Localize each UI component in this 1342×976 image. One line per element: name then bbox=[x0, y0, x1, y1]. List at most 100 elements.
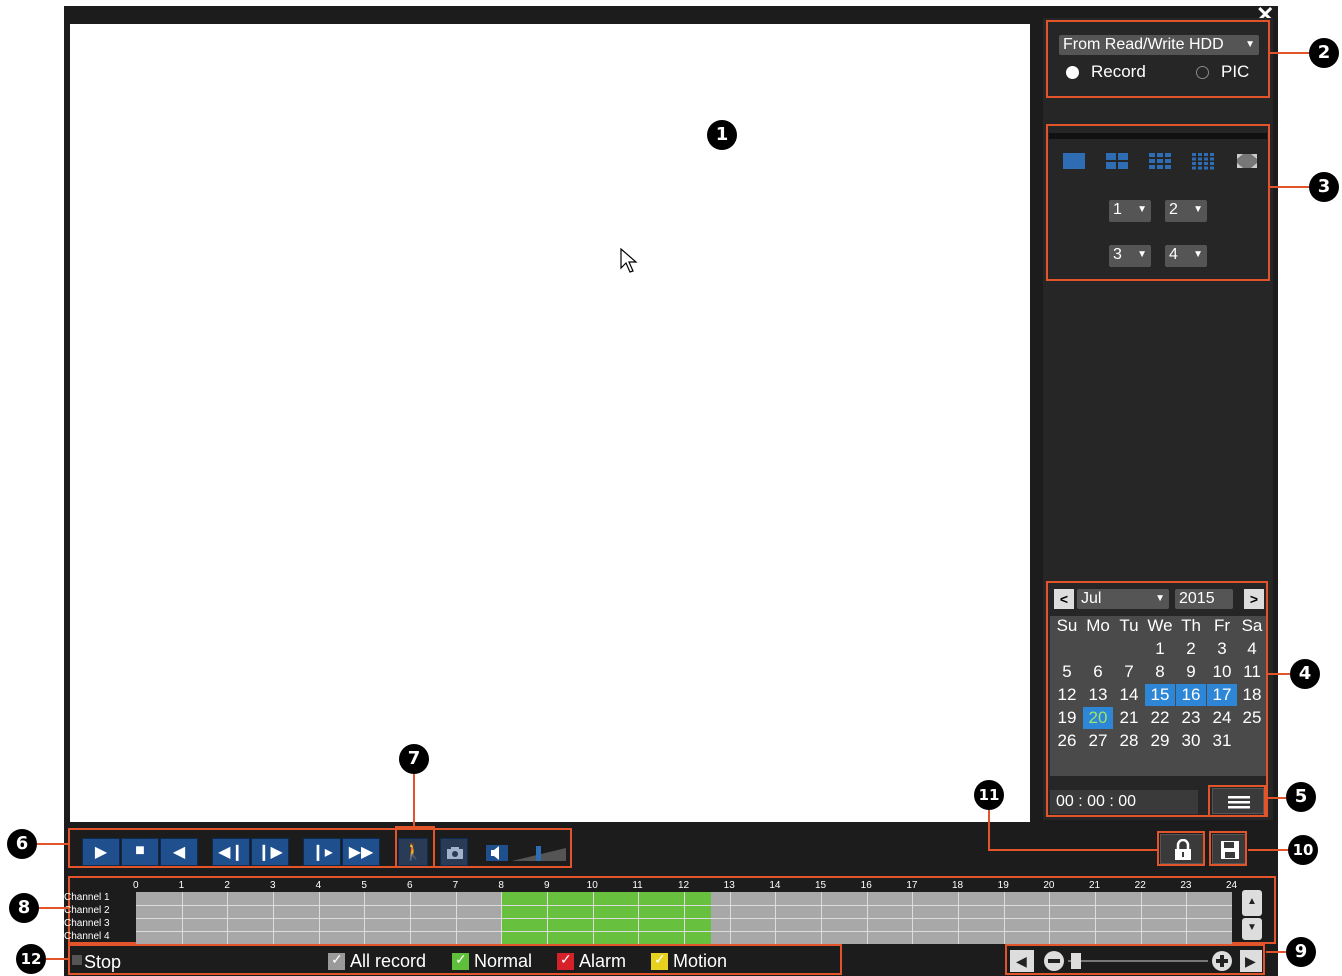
record-radio[interactable] bbox=[1066, 66, 1079, 79]
callout-number: 1 bbox=[707, 120, 737, 150]
calendar-day[interactable]: 25 bbox=[1237, 707, 1267, 729]
callout-number: 10 bbox=[1288, 835, 1318, 865]
stop-button[interactable]: ■ bbox=[121, 838, 159, 866]
timeline-hour-divider bbox=[547, 892, 548, 944]
reverse-play-button[interactable]: ◀ bbox=[160, 838, 198, 866]
channel-select-1[interactable]: 1 ▼ bbox=[1109, 200, 1151, 222]
hour-tick-label: 20 bbox=[1043, 880, 1055, 891]
plus-icon-vertical bbox=[1220, 955, 1224, 967]
fast-forward-button[interactable]: ▶▶ bbox=[342, 838, 380, 866]
sixteen-view-icon[interactable] bbox=[1191, 152, 1215, 170]
callout-box-smart-search bbox=[395, 826, 435, 868]
hour-tick-label: 6 bbox=[407, 880, 413, 891]
prev-month-button[interactable]: < bbox=[1054, 589, 1074, 609]
previous-frame-icon: ◀❙ bbox=[218, 844, 244, 861]
video-display-area[interactable] bbox=[70, 24, 1030, 822]
nine-view-icon[interactable] bbox=[1148, 152, 1172, 170]
calendar-day[interactable]: 6 bbox=[1083, 661, 1113, 683]
calendar-day[interactable]: 30 bbox=[1176, 730, 1206, 752]
calendar-day[interactable]: 24 bbox=[1207, 707, 1237, 729]
weekday-header: We bbox=[1147, 616, 1173, 635]
single-view-icon[interactable] bbox=[1062, 152, 1086, 170]
month-select[interactable]: Jul ▼ bbox=[1077, 589, 1169, 609]
quad-view-icon[interactable] bbox=[1105, 152, 1129, 170]
calendar-day[interactable]: 9 bbox=[1176, 661, 1206, 683]
callout-box-layout bbox=[1046, 124, 1270, 281]
calendar-day[interactable]: 29 bbox=[1145, 730, 1175, 752]
channel-select-2[interactable]: 2 ▼ bbox=[1165, 200, 1207, 222]
hour-tick-label: 15 bbox=[815, 880, 827, 891]
calendar-day[interactable]: 8 bbox=[1145, 661, 1175, 683]
calendar-day[interactable]: 17 bbox=[1207, 684, 1237, 706]
check-icon: ✓ bbox=[331, 951, 343, 967]
calendar-day[interactable]: 3 bbox=[1207, 638, 1237, 660]
timeline-prev-button[interactable]: ◀ bbox=[1010, 950, 1034, 972]
calendar-day[interactable]: 27 bbox=[1083, 730, 1113, 752]
legend-checkbox[interactable]: ✓ bbox=[651, 951, 668, 970]
calendar-day[interactable]: 5 bbox=[1052, 661, 1082, 683]
zoom-in-button[interactable] bbox=[1212, 951, 1232, 971]
legend-checkbox[interactable]: ✓ bbox=[328, 951, 345, 970]
calendar-day[interactable]: 12 bbox=[1052, 684, 1082, 706]
calendar-day[interactable]: 19 bbox=[1052, 707, 1082, 729]
status-stop-label: Stop bbox=[84, 952, 122, 972]
calendar-day[interactable]: 22 bbox=[1145, 707, 1175, 729]
calendar-day[interactable]: 13 bbox=[1083, 684, 1113, 706]
zoom-slider-track[interactable] bbox=[1068, 960, 1208, 962]
legend-label: All record bbox=[350, 951, 427, 971]
calendar-day[interactable]: 4 bbox=[1237, 638, 1267, 660]
zoom-out-button[interactable] bbox=[1044, 951, 1064, 971]
calendar-day[interactable]: 15 bbox=[1145, 684, 1175, 706]
slow-play-button[interactable]: ❙▸ bbox=[303, 838, 341, 866]
callout-box-source bbox=[1046, 20, 1270, 98]
next-frame-button[interactable]: ❙▶ bbox=[251, 838, 289, 866]
hour-tick-label: 4 bbox=[315, 880, 322, 891]
scroll-up-button[interactable]: ▲ bbox=[1242, 890, 1262, 916]
source-select[interactable]: From Read/Write HDD ▼ bbox=[1059, 35, 1259, 55]
channel-select-4-value: 4 bbox=[1169, 246, 1178, 263]
play-button[interactable]: ▶ bbox=[82, 838, 120, 866]
calendar-day[interactable]: 18 bbox=[1237, 684, 1267, 706]
legend-checkbox[interactable]: ✓ bbox=[452, 951, 469, 970]
zoom-slider-handle[interactable] bbox=[1071, 953, 1081, 969]
year-field[interactable]: 2015 bbox=[1175, 589, 1233, 609]
calendar-day[interactable]: 26 bbox=[1052, 730, 1082, 752]
mouse-cursor-icon bbox=[620, 248, 638, 273]
time-field[interactable]: 00 : 00 : 00 bbox=[1050, 790, 1198, 814]
calendar-day[interactable]: 31 bbox=[1207, 730, 1237, 752]
timeline-hour-divider bbox=[866, 892, 868, 944]
previous-frame-button[interactable]: ◀❙ bbox=[212, 838, 250, 866]
fast-forward-icon: ▶▶ bbox=[348, 844, 374, 861]
fullscreen-icon[interactable] bbox=[1235, 152, 1259, 170]
legend-checkbox[interactable]: ✓ bbox=[557, 951, 574, 970]
speaker-icon[interactable] bbox=[486, 844, 508, 862]
calendar-day[interactable]: 16 bbox=[1176, 684, 1206, 706]
pic-radio[interactable] bbox=[1196, 66, 1209, 79]
calendar-day[interactable]: 21 bbox=[1114, 707, 1144, 729]
channel-select-3[interactable]: 3 ▼ bbox=[1109, 245, 1151, 267]
callout-number: 3 bbox=[1309, 172, 1339, 202]
calendar-day[interactable]: 1 bbox=[1145, 638, 1175, 660]
snapshot-button[interactable] bbox=[440, 838, 468, 866]
calendar-day[interactable]: 23 bbox=[1176, 707, 1206, 729]
check-icon: ✓ bbox=[654, 951, 666, 967]
scroll-down-button[interactable]: ▼ bbox=[1242, 918, 1262, 940]
callout-leader-line bbox=[1268, 673, 1290, 675]
timeline-grid[interactable] bbox=[136, 892, 1232, 944]
calendar-day[interactable]: 28 bbox=[1114, 730, 1144, 752]
calendar-day[interactable]: 11 bbox=[1237, 661, 1267, 683]
calendar-day[interactable]: 14 bbox=[1114, 684, 1144, 706]
next-month-button[interactable]: > bbox=[1244, 589, 1264, 609]
volume-slider[interactable] bbox=[512, 844, 568, 862]
callout-number: 2 bbox=[1309, 38, 1339, 68]
calendar-day[interactable]: 2 bbox=[1176, 638, 1206, 660]
calendar-day[interactable]: 20 bbox=[1083, 707, 1113, 729]
calendar-day[interactable]: 7 bbox=[1114, 661, 1144, 683]
hour-tick-label: 21 bbox=[1089, 880, 1101, 891]
channel-select-4[interactable]: 4 ▼ bbox=[1165, 245, 1207, 267]
calendar-day[interactable]: 10 bbox=[1207, 661, 1237, 683]
legend-label: Alarm bbox=[579, 951, 627, 971]
timeline-next-button[interactable]: ▶ bbox=[1240, 950, 1262, 972]
hour-tick-label: 7 bbox=[452, 880, 459, 891]
hour-tick-label: 5 bbox=[361, 880, 367, 891]
